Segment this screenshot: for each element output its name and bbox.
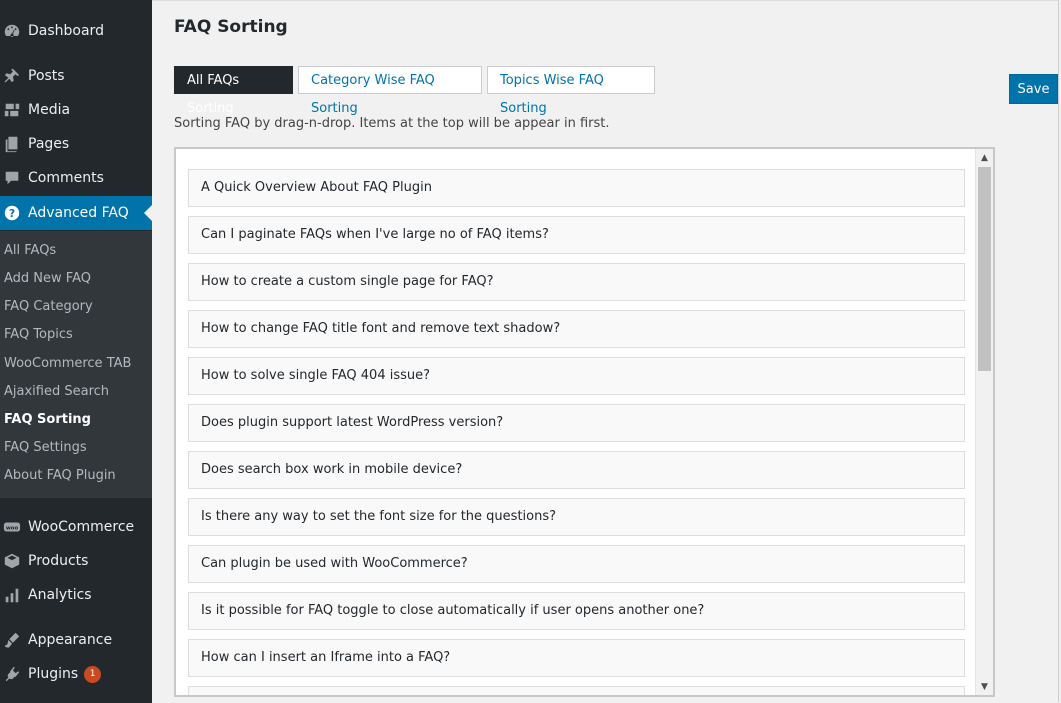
- scrollbar[interactable]: ▲ ▼: [975, 149, 993, 695]
- svg-text:?: ?: [9, 207, 15, 220]
- faq-sort-item[interactable]: How to change FAQ title font and remove …: [188, 310, 965, 348]
- submenu-item-all-faqs[interactable]: All FAQs: [4, 241, 56, 261]
- tab-topics-wise-faq-sorting[interactable]: Topics Wise FAQ Sorting: [487, 66, 655, 116]
- submenu-item-faq-topics[interactable]: FAQ Topics: [4, 325, 73, 345]
- faq-sort-item[interactable]: Is there any way to set the font size fo…: [188, 498, 965, 536]
- menu-item-label: Media: [28, 102, 71, 118]
- menu-item-label: WooCommerce: [28, 519, 135, 535]
- faq-sort-item[interactable]: A Quick Overview About FAQ Plugin: [188, 169, 965, 207]
- menu-item-label: Dashboard: [28, 23, 104, 39]
- menu-item-label: Pages: [28, 136, 70, 152]
- menu-item-dashboard[interactable]: Dashboard: [0, 14, 152, 48]
- dashboard-icon: [2, 21, 22, 41]
- analytics-icon: [2, 585, 22, 605]
- submenu-item-faq-settings[interactable]: FAQ Settings: [4, 438, 87, 458]
- update-count-badge: 1: [84, 665, 102, 683]
- admin-sidebar: Dashboard Posts Media Pages Comments ? A…: [0, 0, 152, 703]
- faq-sort-container[interactable]: A Quick Overview About FAQ Plugin Can I p…: [174, 147, 995, 697]
- menu-item-advanced-faq[interactable]: ? Advanced FAQ: [0, 196, 152, 230]
- menu-item-media[interactable]: Media: [0, 93, 152, 127]
- scroll-up-icon[interactable]: ▲: [976, 149, 993, 166]
- appearance-icon: [2, 630, 22, 650]
- pages-icon: [2, 134, 22, 154]
- faq-sort-item[interactable]: How to solve single FAQ 404 issue?: [188, 357, 965, 395]
- main-content: FAQ Sorting All FAQs Sorting Category Wi…: [152, 0, 1061, 703]
- plugin-icon: [2, 664, 22, 684]
- menu-item-label: Appearance: [28, 632, 113, 648]
- menu-item-products[interactable]: Products: [0, 544, 152, 578]
- faq-sort-item[interactable]: Can plugin be used with WooCommerce?: [188, 545, 965, 583]
- tab-all-faqs-sorting[interactable]: All FAQs Sorting: [174, 66, 293, 116]
- faq-sort-item[interactable]: How can I insert an Iframe into a FAQ?: [188, 639, 965, 677]
- scrollbar-thumb[interactable]: [978, 167, 991, 371]
- woocommerce-icon: woo: [2, 517, 22, 537]
- menu-item-label: Plugins: [28, 666, 79, 682]
- faq-sort-item[interactable]: Does plugin support latest WordPress ver…: [188, 404, 965, 442]
- faq-sort-item[interactable]: How to create a custom single page for F…: [188, 263, 965, 301]
- menu-item-appearance[interactable]: Appearance: [0, 623, 152, 657]
- tab-category-wise-faq-sorting[interactable]: Category Wise FAQ Sorting: [298, 66, 482, 116]
- faq-sort-item[interactable]: Can I paginate FAQs when I've large no o…: [188, 216, 965, 254]
- faq-sort-item[interactable]: [188, 686, 965, 695]
- sorting-description: Sorting FAQ by drag-n-drop. Items at the…: [174, 116, 610, 131]
- scroll-down-icon[interactable]: ▼: [976, 678, 993, 695]
- save-button[interactable]: Save: [1009, 74, 1058, 104]
- submenu-item-faq-category[interactable]: FAQ Category: [4, 297, 93, 317]
- page-title: FAQ Sorting: [174, 17, 288, 37]
- menu-item-label: Products: [28, 553, 89, 569]
- menu-item-label: Posts: [28, 68, 65, 84]
- menu-item-comments[interactable]: Comments: [0, 161, 152, 195]
- products-icon: [2, 551, 22, 571]
- faq-sort-item[interactable]: Is it possible for FAQ toggle to close a…: [188, 592, 965, 630]
- faq-sort-item[interactable]: Does search box work in mobile device?: [188, 451, 965, 489]
- menu-item-label: Advanced FAQ: [28, 205, 129, 221]
- menu-item-label: Comments: [28, 170, 104, 186]
- submenu-item-faq-sorting[interactable]: FAQ Sorting: [4, 410, 91, 430]
- submenu-item-ajaxified-search[interactable]: Ajaxified Search: [4, 382, 109, 402]
- comment-icon: [2, 168, 22, 188]
- menu-item-woocommerce[interactable]: woo WooCommerce: [0, 510, 152, 544]
- question-icon: ?: [2, 203, 22, 223]
- pushpin-icon: [2, 66, 22, 86]
- menu-item-analytics[interactable]: Analytics: [0, 578, 152, 612]
- menu-item-posts[interactable]: Posts: [0, 59, 152, 93]
- submenu-item-woocommerce-tab[interactable]: WooCommerce TAB: [4, 354, 131, 374]
- media-icon: [2, 100, 22, 120]
- menu-item-pages[interactable]: Pages: [0, 127, 152, 161]
- svg-text:woo: woo: [6, 526, 19, 532]
- advanced-faq-submenu: All FAQs Add New FAQ FAQ Category FAQ To…: [0, 231, 152, 498]
- menu-item-label: Analytics: [28, 587, 92, 603]
- menu-item-plugins[interactable]: Plugins 1: [0, 657, 152, 691]
- submenu-item-about-faq-plugin[interactable]: About FAQ Plugin: [4, 466, 116, 486]
- submenu-item-add-new-faq[interactable]: Add New FAQ: [4, 269, 91, 289]
